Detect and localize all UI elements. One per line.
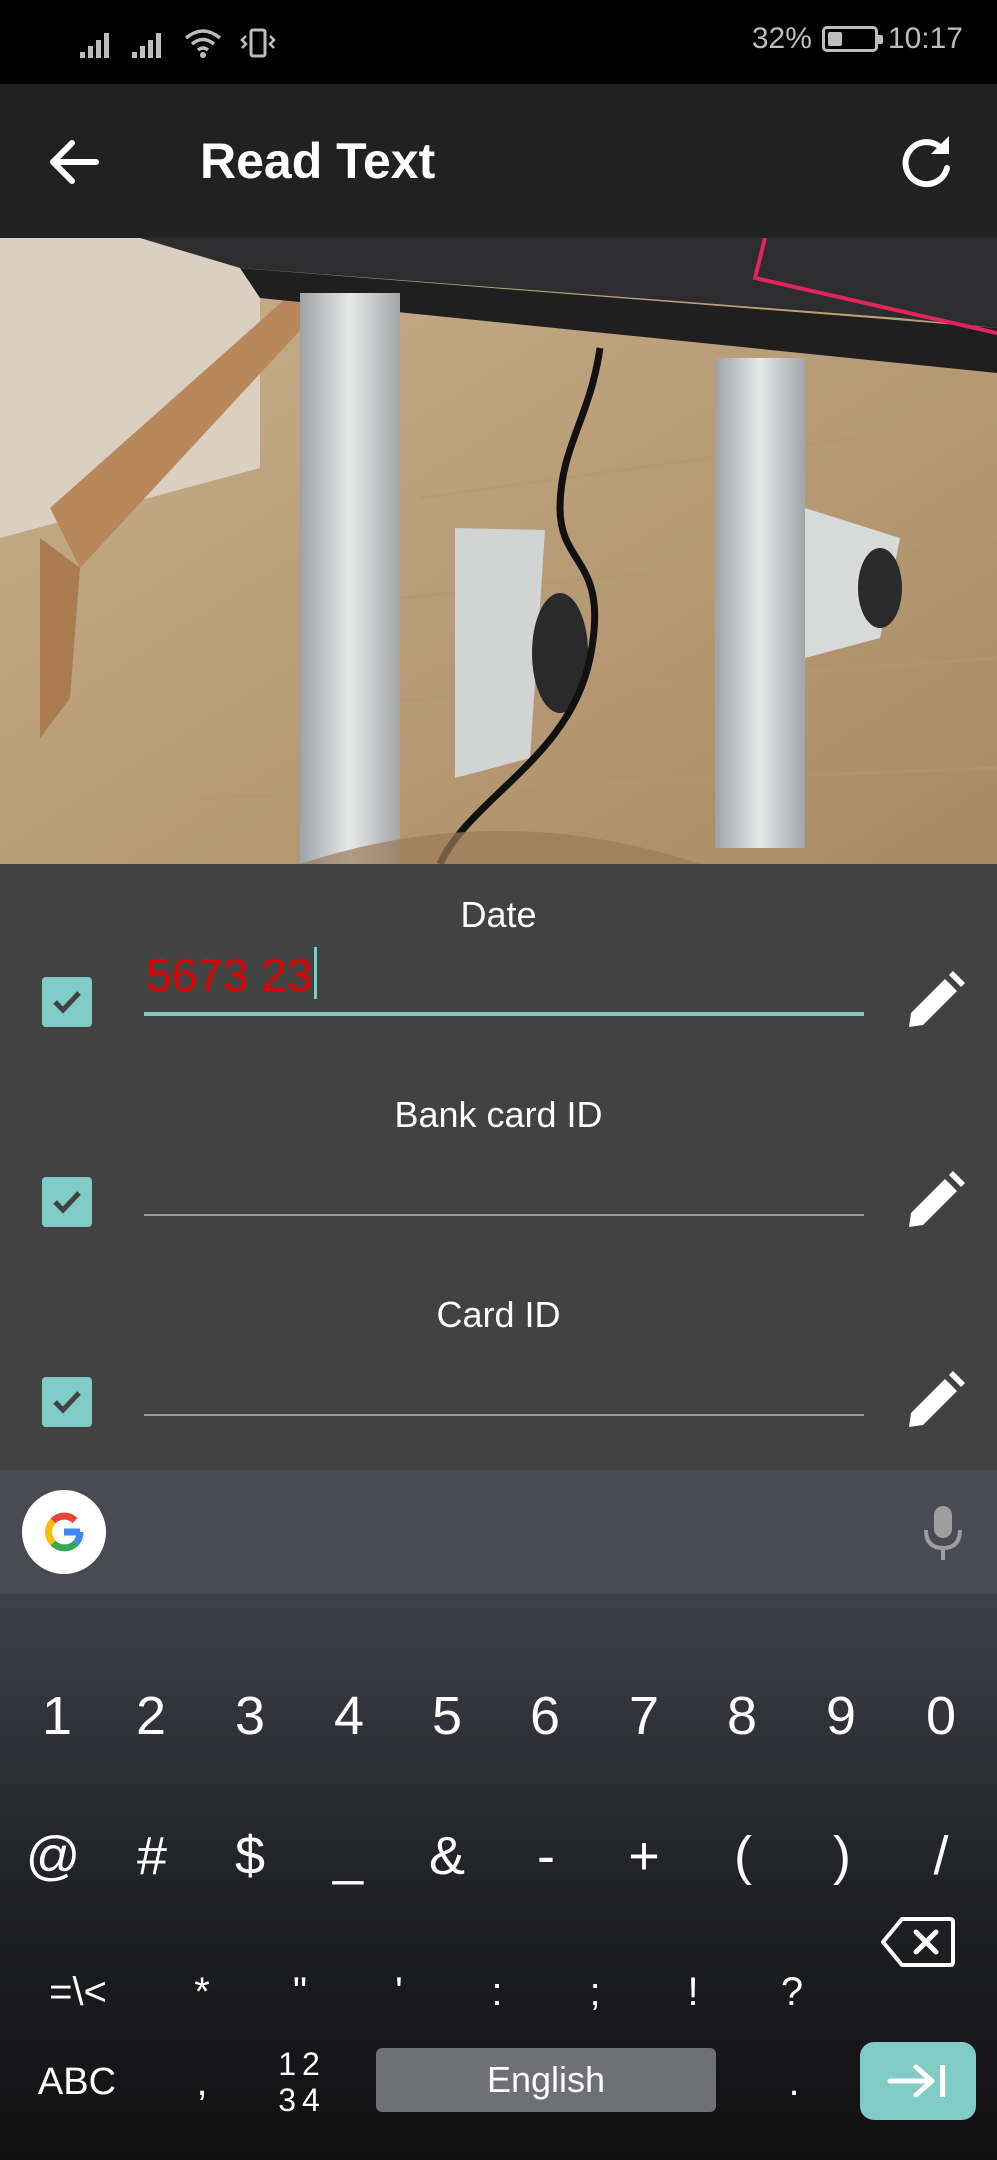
google-icon [45, 1512, 84, 1552]
input-bank-card-id[interactable] [144, 1152, 864, 1216]
key-row3-7[interactable]: ? [744, 1944, 840, 2040]
field-label-bank-card-id: Bank card ID [394, 1094, 603, 1135]
key-row1-9[interactable]: 0 [893, 1668, 989, 1764]
abc-key[interactable]: ABC [22, 2034, 132, 2130]
app-toolbar: Read Text [0, 84, 997, 238]
back-button[interactable] [42, 130, 106, 194]
number-pad-label-top: 12 [278, 2046, 326, 2082]
key-row3-0[interactable]: =\< [30, 1944, 126, 2040]
battery-level [827, 32, 842, 46]
checkbox-card-id[interactable] [42, 1377, 92, 1427]
key-row2-4[interactable]: & [399, 1808, 495, 1904]
key-row3-5[interactable]: ; [547, 1944, 643, 2040]
key-row2-7[interactable]: ( [695, 1808, 791, 1904]
status-icons-right: 32% 10:17 [752, 22, 963, 56]
key-row2-2[interactable]: $ [202, 1808, 298, 1904]
key-row3-3[interactable]: ' [351, 1944, 447, 2040]
comma-key[interactable]: , [154, 2034, 250, 2130]
key-row1-1[interactable]: 2 [103, 1668, 199, 1764]
battery-icon [821, 26, 883, 52]
key-row2-5[interactable]: - [498, 1808, 594, 1904]
checkbox-bank-card-id[interactable] [42, 1177, 92, 1227]
pencil-icon [909, 1171, 965, 1227]
status-icons-left [80, 26, 276, 58]
voice-input-button[interactable] [919, 1504, 967, 1564]
key-row2-1[interactable]: # [104, 1808, 200, 1904]
key-row1-8[interactable]: 9 [793, 1668, 889, 1764]
key-row3-1[interactable]: * [154, 1944, 250, 2040]
page-title: Read Text [200, 133, 436, 189]
field-label-date: Date [460, 894, 537, 935]
pencil-icon [909, 971, 965, 1027]
number-pad-label-bottom: 34 [278, 2082, 326, 2118]
key-row1-7[interactable]: 8 [694, 1668, 790, 1764]
enter-icon [887, 2064, 945, 2098]
vibrate-icon [240, 28, 276, 58]
enter-key[interactable] [860, 2042, 976, 2120]
key-row2-6[interactable]: + [596, 1808, 692, 1904]
keyboard-suggestion-strip [0, 1470, 997, 1594]
key-row1-4[interactable]: 5 [399, 1668, 495, 1764]
key-row3-4[interactable]: : [449, 1944, 545, 2040]
space-key[interactable]: English [376, 2048, 716, 2112]
pencil-icon [909, 1371, 965, 1427]
key-row2-8[interactable]: ) [794, 1808, 890, 1904]
arrow-back-icon [50, 140, 99, 184]
backspace-key[interactable] [868, 1894, 968, 1990]
key-row1-6[interactable]: 7 [596, 1668, 692, 1764]
edit-button-card-id[interactable] [899, 1367, 969, 1437]
mic-icon [924, 1506, 962, 1560]
edit-button-bank-card-id[interactable] [899, 1167, 969, 1237]
key-row1-3[interactable]: 4 [301, 1668, 397, 1764]
key-row1-2[interactable]: 3 [202, 1668, 298, 1764]
key-row1-5[interactable]: 6 [497, 1668, 593, 1764]
text-caret [314, 947, 318, 999]
input-date-value: 5673 23 [146, 947, 318, 1002]
edit-button-date[interactable] [899, 967, 969, 1037]
key-row2-3[interactable]: _ [300, 1808, 396, 1904]
number-pad-key[interactable]: 12 34 [262, 2034, 342, 2130]
input-date-text: 5673 23 [146, 949, 313, 1001]
field-label-card-id: Card ID [436, 1294, 561, 1335]
key-row3-2[interactable]: " [252, 1944, 348, 2040]
check-icon [53, 1191, 81, 1214]
check-icon [53, 1391, 81, 1414]
camera-preview[interactable] [0, 238, 997, 864]
checkbox-date[interactable] [42, 977, 92, 1027]
refresh-icon [902, 136, 950, 188]
google-search-button[interactable] [22, 1490, 106, 1574]
wifi-icon [184, 29, 222, 58]
battery-percent: 32% [751, 22, 812, 55]
key-row2-9[interactable]: / [893, 1808, 989, 1904]
check-icon [53, 991, 81, 1014]
input-card-id[interactable] [144, 1352, 864, 1416]
clock: 10:17 [887, 22, 963, 55]
status-bar: 32% 10:17 [0, 0, 997, 84]
key-row2-0[interactable]: @ [5, 1808, 101, 1904]
key-row3-6[interactable]: ! [645, 1944, 741, 2040]
backspace-icon [881, 1917, 955, 1967]
period-key[interactable]: . [746, 2034, 842, 2130]
input-date[interactable]: 5673 23 [144, 947, 864, 1016]
keyboard: 1234567890 @ # $ _ & - +() / =\< * " ':;!? ABC , 1… [0, 1594, 997, 2160]
camera-image [0, 238, 997, 864]
signal-1-icon [80, 33, 109, 58]
signal-2-icon [132, 33, 161, 58]
fields-panel: Date 5673 23 Bank card ID Card ID [0, 864, 997, 1470]
key-row1-0[interactable]: 1 [9, 1668, 105, 1764]
refresh-button[interactable] [893, 128, 959, 194]
